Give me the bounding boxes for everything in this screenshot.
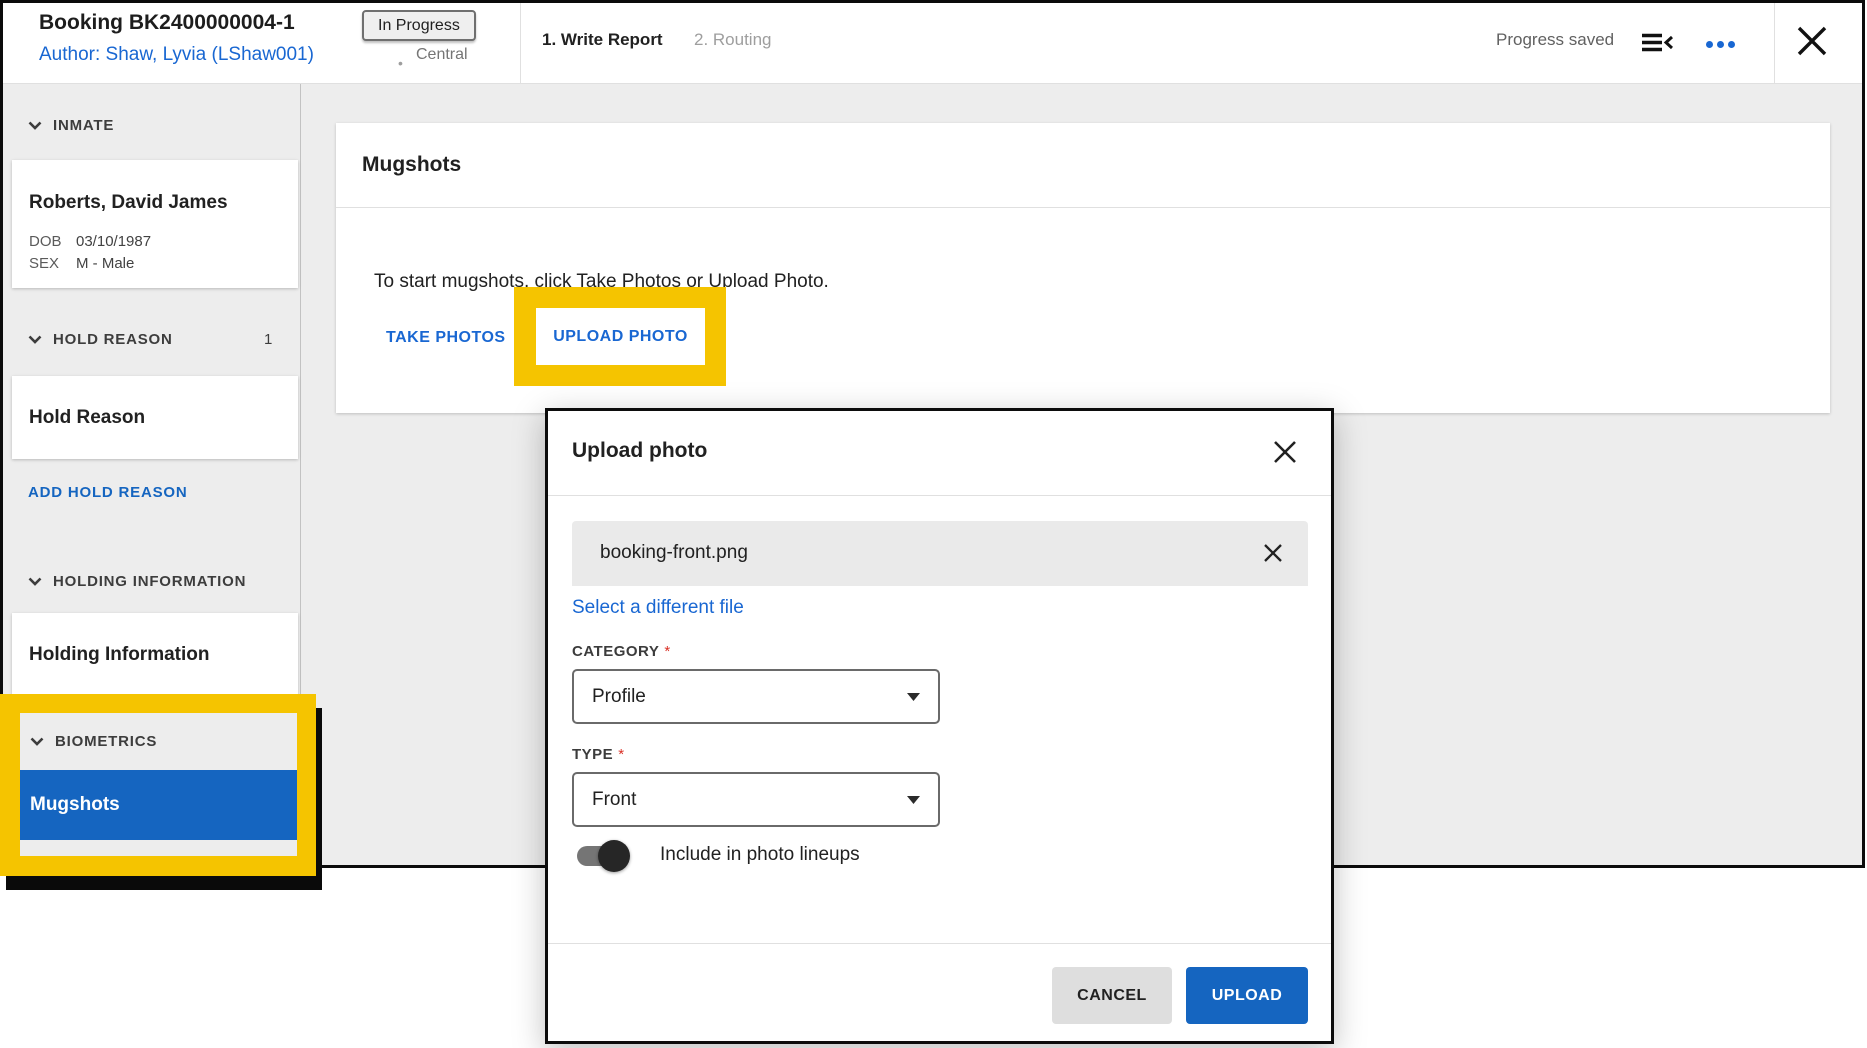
close-icon[interactable] (1795, 24, 1829, 58)
sidebar-section-holding-information[interactable]: HOLDING INFORMATION (28, 558, 246, 604)
photo-lineups-toggle-label: Include in photo lineups (660, 844, 860, 866)
status-badge: In Progress (362, 10, 476, 41)
more-options-icon[interactable] (1706, 41, 1735, 48)
sidebar-section-inmate[interactable]: INMATE (28, 102, 114, 148)
site-label: Central (416, 46, 468, 64)
section-label: INMATE (53, 117, 114, 134)
booking-screen: Booking BK2400000004-1 In Progress Autho… (0, 0, 1867, 1048)
modal-footer-divider (548, 943, 1331, 944)
card-title: Mugshots (362, 153, 461, 177)
header-divider (520, 0, 521, 83)
required-marker: * (664, 643, 670, 660)
file-name: booking-front.png (600, 542, 748, 564)
upload-button[interactable]: UPLOAD (1186, 967, 1308, 1024)
step-routing[interactable]: 2. Routing (694, 30, 772, 50)
type-value: Front (592, 789, 907, 811)
modal-divider (548, 495, 1331, 496)
hold-reason-count: 1 (264, 331, 272, 348)
selected-file-chip: booking-front.png (572, 521, 1308, 586)
upload-photo-modal: Upload photo booking-front.png Select a … (545, 408, 1334, 1044)
take-photos-button[interactable]: TAKE PHOTOS (386, 329, 506, 347)
photo-lineups-toggle[interactable] (574, 838, 630, 874)
remove-file-icon[interactable] (1262, 542, 1284, 564)
sidebar-section-biometrics[interactable]: BIOMETRICS (20, 713, 297, 770)
cancel-button[interactable]: CANCEL (1052, 967, 1172, 1024)
chevron-down-icon (28, 121, 42, 130)
upload-photo-highlight: UPLOAD PHOTO (514, 287, 726, 386)
inmate-card[interactable]: Roberts, David James DOB 03/10/1987 SEX … (12, 160, 298, 288)
collapse-menu-icon[interactable] (1642, 33, 1673, 52)
upload-photo-button[interactable]: UPLOAD PHOTO (553, 328, 688, 346)
add-hold-reason-button[interactable]: ADD HOLD REASON (28, 484, 188, 501)
category-select[interactable]: Profile (572, 669, 940, 724)
inmate-name: Roberts, David James (29, 192, 228, 214)
sex-value: M - Male (76, 255, 134, 272)
bullet-separator-icon: • (398, 55, 403, 71)
page-title: Booking BK2400000004-1 (39, 11, 295, 35)
dob-value: 03/10/1987 (76, 233, 151, 250)
type-select[interactable]: Front (572, 772, 940, 827)
chevron-down-icon (30, 737, 44, 746)
progress-saved-label: Progress saved (1496, 30, 1614, 50)
inmate-dob-row: DOB 03/10/1987 (29, 233, 151, 250)
header-bar: Booking BK2400000004-1 In Progress Autho… (0, 0, 1863, 84)
mugshots-card: Mugshots To start mugshots, click Take P… (336, 123, 1830, 413)
step-write-report[interactable]: 1. Write Report (542, 30, 663, 50)
sidebar-item-mugshots-selected[interactable]: Mugshots (20, 770, 297, 840)
modal-title: Upload photo (572, 439, 707, 463)
inmate-sex-row: SEX M - Male (29, 255, 134, 272)
section-label: HOLDING INFORMATION (53, 573, 246, 590)
dropdown-arrow-icon (907, 796, 920, 804)
dob-label: DOB (29, 233, 76, 250)
dropdown-arrow-icon (907, 693, 920, 701)
chevron-down-icon (28, 577, 42, 586)
item-label: Hold Reason (12, 376, 298, 459)
item-label: Holding Information (12, 613, 298, 696)
select-different-file-link[interactable]: Select a different file (572, 597, 744, 619)
section-label: HOLD REASON (53, 331, 173, 348)
sidebar-item-holding-information[interactable]: Holding Information (12, 613, 298, 696)
required-marker: * (618, 746, 624, 763)
biometrics-highlight: BIOMETRICS Mugshots (0, 694, 316, 876)
type-field-label: TYPE* (572, 746, 625, 763)
card-divider (336, 207, 1830, 208)
sex-label: SEX (29, 255, 76, 272)
sidebar-section-hold-reason[interactable]: HOLD REASON (28, 316, 173, 362)
category-field-label: CATEGORY* (572, 643, 671, 660)
author-link[interactable]: Author: Shaw, Lyvia (LShaw001) (39, 44, 314, 66)
sidebar-item-hold-reason[interactable]: Hold Reason (12, 376, 298, 459)
header-divider (1774, 0, 1775, 83)
close-icon[interactable] (1272, 439, 1298, 465)
category-value: Profile (592, 686, 907, 708)
item-label: Mugshots (30, 794, 120, 816)
chevron-down-icon (28, 335, 42, 344)
section-label: BIOMETRICS (55, 733, 157, 750)
